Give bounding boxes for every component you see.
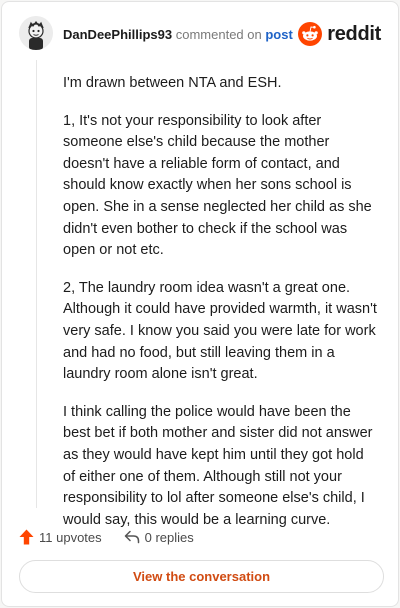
comment-paragraph-2: 1, It's not your responsibility to look … <box>63 112 372 259</box>
reddit-wordmark: reddit <box>327 23 381 45</box>
comment-card: DanDeePhillips93 commented on post reddi… <box>1 1 399 607</box>
comment-paragraph-4: I think calling the police would have be… <box>63 403 373 528</box>
reply-arrow-icon <box>124 530 139 544</box>
upvote-arrow-icon <box>19 529 34 545</box>
comment-actions: 11 upvotes 0 replies <box>19 527 194 547</box>
upvote-button[interactable]: 11 upvotes <box>19 529 102 545</box>
reply-count: 0 replies <box>144 529 194 545</box>
comment-header: DanDeePhillips93 commented on post reddi… <box>2 2 398 68</box>
reddit-snoo-icon <box>298 22 323 46</box>
user-avatar[interactable] <box>19 16 53 50</box>
replies-button[interactable]: 0 replies <box>124 530 194 545</box>
upvote-count: 11 upvotes <box>39 529 102 545</box>
avatar-icon <box>19 16 53 50</box>
post-link[interactable]: post <box>265 27 292 42</box>
username-link[interactable]: DanDeePhillips93 <box>63 27 172 42</box>
comment-attribution: DanDeePhillips93 commented on post <box>63 27 293 43</box>
thread-line <box>36 60 37 508</box>
reddit-logo[interactable]: reddit <box>298 21 381 47</box>
commented-on-text: commented on <box>175 27 262 42</box>
comment-paragraph-1: I'm drawn between NTA and ESH. <box>63 75 282 91</box>
view-conversation-button[interactable]: View the conversation <box>19 560 384 593</box>
comment-body: I'm drawn between NTA and ESH. 1, It's n… <box>63 73 379 547</box>
comment-paragraph-3: 2, The laundry room idea wasn't a great … <box>63 279 377 383</box>
